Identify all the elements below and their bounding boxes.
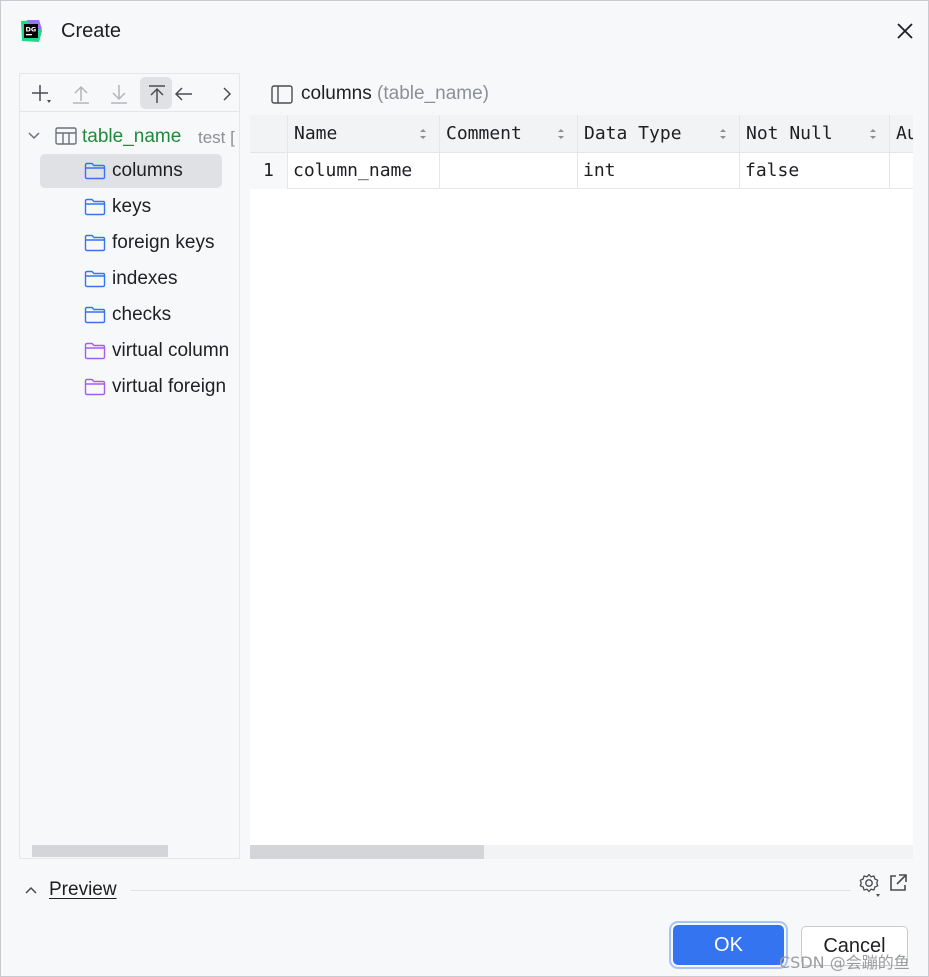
sort-icon[interactable] <box>418 127 428 141</box>
tree-horizontal-scrollbar[interactable] <box>32 845 168 857</box>
tree-root-label: table_name <box>82 126 182 147</box>
move-to-top-icon <box>149 85 165 103</box>
tree-item-indexes[interactable]: indexes <box>40 262 239 296</box>
cell-name[interactable]: column_name <box>288 153 440 189</box>
grid-header-row: Name Comment Data Type Not Null Au <box>250 115 913 153</box>
ok-button[interactable]: OK <box>673 925 784 965</box>
tree-item-keys[interactable]: keys <box>40 190 239 224</box>
folder-icon <box>84 198 106 216</box>
column-header-not-null[interactable]: Not Null <box>740 115 890 153</box>
row-number-label: 1 <box>263 160 274 181</box>
title-bar: DG Create <box>1 1 929 63</box>
column-header-label: Au <box>896 123 913 144</box>
tree-root-table[interactable]: table_name test [ <box>20 118 239 154</box>
editor-title-sub: (table_name) <box>377 83 489 104</box>
column-header-auto[interactable]: Au <box>890 115 913 153</box>
row-number-header <box>250 115 288 153</box>
tree-root-schema: test [ <box>198 128 235 147</box>
create-dialog: DG Create table_name test [columns keys… <box>0 0 929 977</box>
cell-auto[interactable] <box>890 153 913 189</box>
tree-item-label: indexes <box>112 268 178 289</box>
gear-icon[interactable] <box>857 872 883 898</box>
column-header-label: Not Null <box>746 123 833 144</box>
folder-icon <box>84 306 106 324</box>
folder-icon <box>84 378 106 396</box>
tree-item-foreign-keys[interactable]: foreign keys <box>40 226 239 260</box>
move-up-button[interactable] <box>64 77 96 109</box>
cell-data-type[interactable]: int <box>578 153 740 189</box>
column-header-name[interactable]: Name <box>288 115 440 153</box>
open-external-icon[interactable] <box>887 872 909 894</box>
close-button[interactable] <box>891 17 919 45</box>
editor-title: columns (table_name) <box>301 83 489 105</box>
cell-value: column_name <box>293 160 413 181</box>
tree-item-label: virtual column <box>112 340 230 361</box>
cell-value: false <box>745 160 800 181</box>
forward-button[interactable] <box>210 77 239 109</box>
table-icon <box>55 127 77 145</box>
move-down-icon <box>111 85 127 104</box>
arrow-left-icon <box>174 87 192 101</box>
panel-toggle-icon[interactable] <box>271 85 293 105</box>
tree-item-checks[interactable]: checks <box>40 298 239 332</box>
window-title: Create <box>61 20 122 42</box>
tree-panel: table_name test [ columns keys foreign key… <box>19 73 240 859</box>
back-button[interactable] <box>166 77 198 109</box>
row-number: 1 <box>250 153 288 189</box>
add-icon <box>32 85 51 103</box>
folder-icon <box>84 234 106 252</box>
folder-icon <box>84 342 106 360</box>
tree-item-label: keys <box>112 196 152 217</box>
preview-toggle[interactable]: Preview <box>49 879 117 901</box>
chevron-right-icon <box>223 87 232 101</box>
datagrip-app-icon: DG <box>21 20 42 42</box>
column-header-data-type[interactable]: Data Type <box>578 115 740 153</box>
chevron-down-icon[interactable] <box>26 128 42 144</box>
cell-comment[interactable] <box>440 153 578 189</box>
tree-toolbar <box>20 74 239 112</box>
columns-grid: Name Comment Data Type Not Null Au 1 col… <box>250 115 913 859</box>
watermark: CSDN @会蹦的鱼 <box>779 953 910 972</box>
sort-icon[interactable] <box>868 127 878 141</box>
column-header-label: Name <box>294 123 338 144</box>
cell-value: int <box>583 160 616 181</box>
sort-icon[interactable] <box>718 127 728 141</box>
move-up-icon <box>73 85 89 104</box>
column-header-label: Comment <box>446 123 522 144</box>
preview-section: Preview <box>19 871 913 909</box>
chevron-up-icon[interactable] <box>23 882 39 898</box>
column-header-label: Data Type <box>584 123 682 144</box>
sort-icon[interactable] <box>556 127 566 141</box>
svg-text:DG: DG <box>26 26 37 34</box>
tree-item-label: virtual foreign <box>112 376 227 397</box>
close-icon <box>897 23 913 39</box>
tree-item-virtual-foreign[interactable]: virtual foreign <box>40 370 239 404</box>
folder-icon <box>84 270 106 288</box>
move-down-button[interactable] <box>102 77 134 109</box>
add-button[interactable] <box>24 77 56 109</box>
tree-item-columns[interactable]: columns <box>40 154 222 188</box>
tree-item-label: columns <box>112 160 183 181</box>
grid-horizontal-scrollbar[interactable] <box>250 845 484 859</box>
preview-divider <box>131 890 851 891</box>
editor-title-main: columns <box>301 83 372 104</box>
tree-item-virtual-column[interactable]: virtual column <box>40 334 239 368</box>
tree-item-label: checks <box>112 304 172 325</box>
column-header-comment[interactable]: Comment <box>440 115 578 153</box>
cell-not-null[interactable]: false <box>740 153 890 189</box>
folder-icon <box>84 162 106 180</box>
tree-item-label: foreign keys <box>112 232 215 253</box>
